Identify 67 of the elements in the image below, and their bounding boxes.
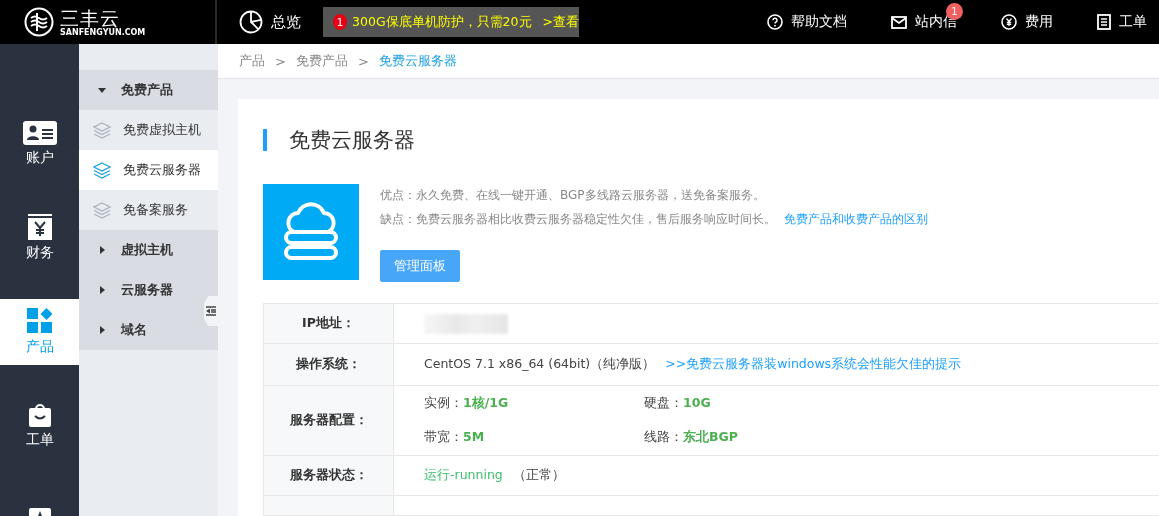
help-icon — [767, 14, 783, 30]
layers-icon — [93, 201, 111, 219]
rail-label: 账户 — [25, 149, 54, 167]
header-link[interactable]: 帮助文档 — [767, 13, 847, 31]
overview-label: 总览 — [271, 12, 301, 32]
spec-text: 实例：1核/1G — [424, 394, 510, 412]
menu-group[interactable]: 域名 — [79, 310, 218, 350]
rail-label: 产品 — [25, 338, 54, 356]
pie-chart-icon — [239, 10, 263, 34]
menu-item-label: 免备案服务 — [123, 201, 188, 219]
blocks-icon — [26, 308, 53, 334]
cons-text: 缺点：免费云服务器相比收费云服务器稳定性欠佳，售后服务响应时间长。 — [380, 211, 776, 228]
spec-text: 线路：东北BGP — [644, 429, 739, 447]
caret-icon — [97, 285, 107, 295]
menu-item-label: 免费云服务器 — [123, 161, 201, 179]
collapse-handle[interactable] — [204, 296, 218, 326]
collapse-icon — [206, 306, 216, 316]
field-label: IP地址： — [264, 304, 394, 343]
rail-label: 财务 — [25, 244, 54, 262]
menu-item[interactable]: 免费云服务器 — [79, 150, 218, 190]
breadcrumb-separator: > — [275, 53, 286, 69]
promo-text: 300G保底单机防护，只需20元 — [352, 13, 532, 31]
rail-item[interactable]: 工单 — [0, 393, 79, 459]
mail-icon — [891, 15, 907, 29]
breadcrumb-separator: > — [357, 53, 369, 69]
caret-icon — [97, 325, 107, 335]
spec-text: 硬盘：10G — [644, 394, 712, 412]
field-label: 服务器状态： — [264, 456, 394, 495]
caret-icon — [97, 85, 107, 95]
header-link[interactable]: 费用 — [1001, 13, 1053, 31]
menu-group[interactable]: 云服务器 — [79, 270, 218, 310]
menu-group-label: 域名 — [121, 321, 147, 339]
os-value: CentOS 7.1 x86_64 (64bit)（纯净版） — [424, 356, 656, 373]
menu-group[interactable]: 虚拟主机 — [79, 230, 218, 270]
document-icon — [1097, 14, 1111, 30]
menu-group-label: 免费产品 — [121, 81, 173, 99]
id-card-icon — [22, 121, 57, 145]
status-value: 运行-running — [424, 467, 503, 484]
logo-icon — [24, 7, 54, 37]
layers-icon — [93, 161, 111, 179]
layers-icon — [93, 121, 111, 139]
yuan-icon — [27, 214, 52, 240]
breadcrumb-item[interactable]: 产品 — [239, 52, 265, 70]
caret-icon — [97, 245, 107, 255]
field-label: 操作系统： — [264, 344, 394, 385]
promo-banner[interactable]: 1 300G保底单机防护，只需20元 >查看 — [323, 7, 579, 37]
overview-link[interactable]: 总览 — [239, 10, 301, 34]
promo-link[interactable]: >查看 — [542, 13, 579, 31]
rail-item[interactable]: 账户 — [0, 111, 79, 177]
menu-group-label: 虚拟主机 — [121, 241, 173, 259]
yuan-icon — [1001, 14, 1017, 30]
breadcrumb-item[interactable]: 免费产品 — [295, 52, 348, 70]
spec-text: 带宽：5M — [424, 429, 486, 447]
logo-name: 三丰云 — [60, 7, 121, 28]
menu-item-label: 免费虚拟主机 — [123, 121, 201, 139]
field-label: 服务器配置： — [264, 386, 394, 455]
logo-domain: SANFENGYUN.COM — [60, 27, 146, 37]
promo-badge: 1 — [333, 14, 348, 30]
status-note: （正常） — [512, 467, 565, 484]
pros-text: 优点：永久免费、在线一键开通、BGP多线路云服务器，送免备案服务。 — [380, 187, 766, 204]
bag-icon — [28, 403, 51, 427]
page-title: 免费云服务器 — [263, 129, 1159, 151]
menu-group[interactable]: 免费产品 — [79, 70, 218, 110]
header-link[interactable]: 工单 — [1097, 13, 1147, 31]
rail-item[interactable]: 财务 — [0, 205, 79, 271]
rail-label: 工单 — [25, 431, 54, 449]
menu-group-label: 云服务器 — [121, 281, 173, 299]
